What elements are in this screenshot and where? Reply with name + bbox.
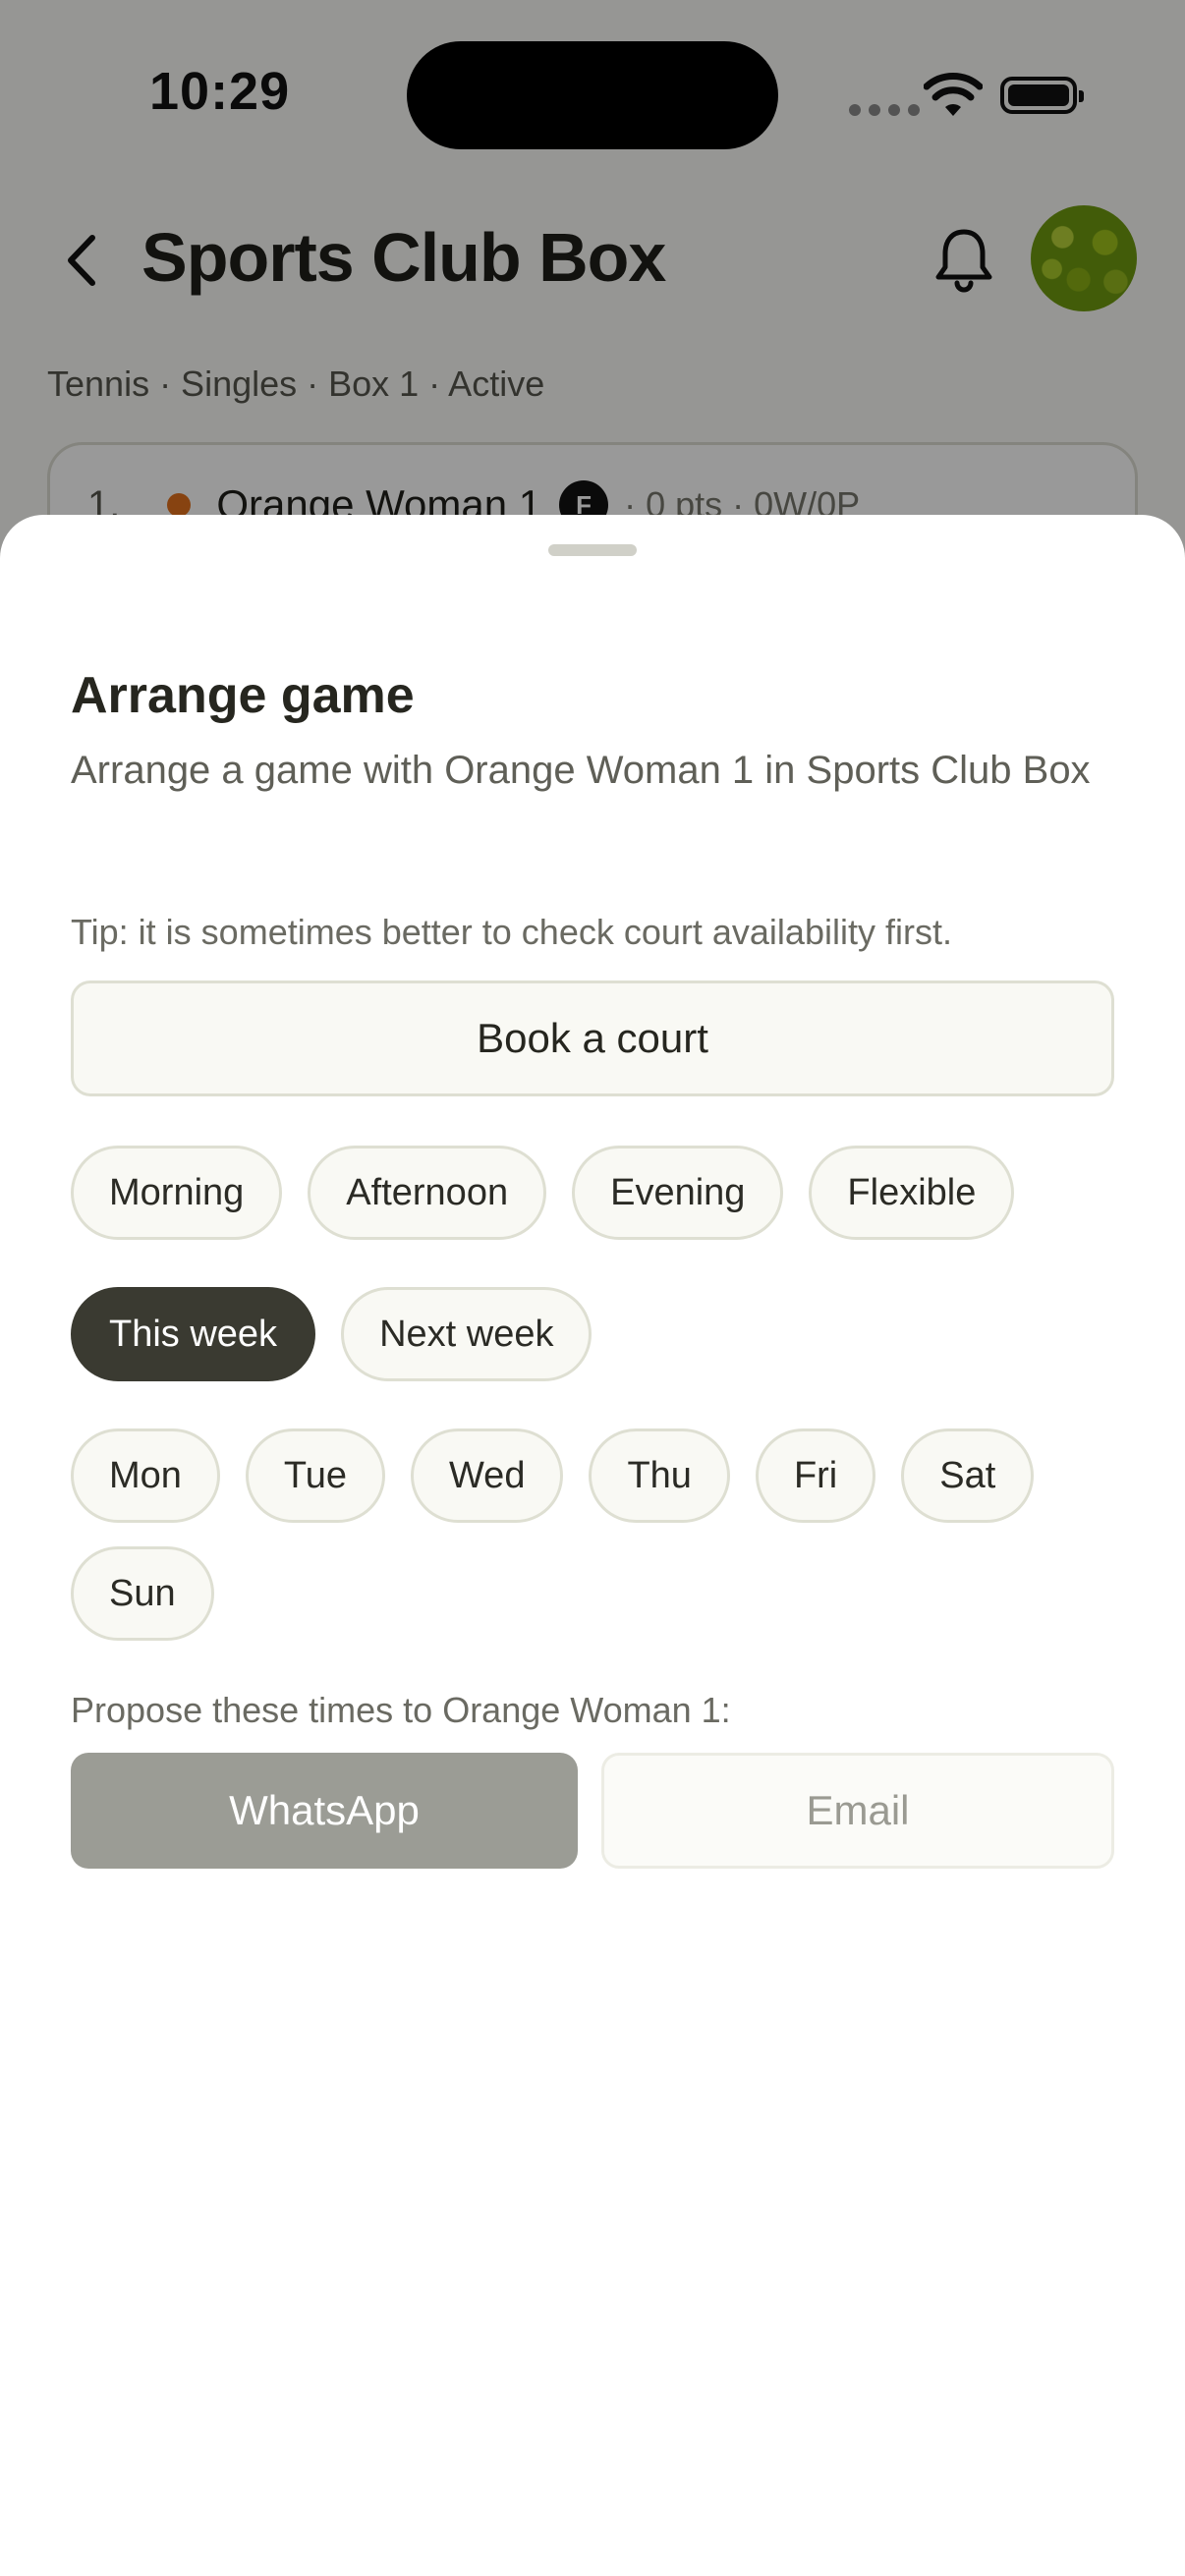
sheet-description: Arrange a game with Orange Woman 1 in Sp…	[71, 749, 1091, 792]
chip-flexible[interactable]: Flexible	[809, 1146, 1015, 1240]
chip-next-week[interactable]: Next week	[341, 1287, 592, 1381]
whatsapp-button[interactable]: WhatsApp	[71, 1753, 578, 1869]
day-chips: Mon Tue Wed Thu Fri Sat	[71, 1428, 1035, 1523]
sheet-title: Arrange game	[71, 667, 415, 724]
propose-label: Propose these times to Orange Woman 1:	[71, 1690, 731, 1730]
chip-thu[interactable]: Thu	[589, 1428, 730, 1523]
chip-this-week[interactable]: This week	[71, 1287, 316, 1381]
chip-evening[interactable]: Evening	[572, 1146, 784, 1240]
email-button[interactable]: Email	[601, 1753, 1114, 1869]
chip-sun[interactable]: Sun	[71, 1546, 214, 1641]
week-chips: This week Next week	[71, 1287, 592, 1381]
day-chips-overflow: Sun	[71, 1546, 214, 1641]
chip-sat[interactable]: Sat	[901, 1428, 1035, 1523]
arrange-game-sheet: Arrange game Arrange a game with Orange …	[0, 515, 1185, 2576]
court-tip: Tip: it is sometimes better to check cou…	[71, 912, 952, 952]
chip-morning[interactable]: Morning	[71, 1146, 283, 1240]
chip-mon[interactable]: Mon	[71, 1428, 220, 1523]
sheet-grabber[interactable]	[548, 544, 637, 556]
time-of-day-chips: Morning Afternoon Evening Flexible	[71, 1146, 1015, 1240]
book-court-button[interactable]: Book a court	[71, 980, 1114, 1096]
chip-wed[interactable]: Wed	[411, 1428, 564, 1523]
chip-tue[interactable]: Tue	[245, 1428, 385, 1523]
chip-fri[interactable]: Fri	[755, 1428, 876, 1523]
chip-afternoon[interactable]: Afternoon	[308, 1146, 547, 1240]
